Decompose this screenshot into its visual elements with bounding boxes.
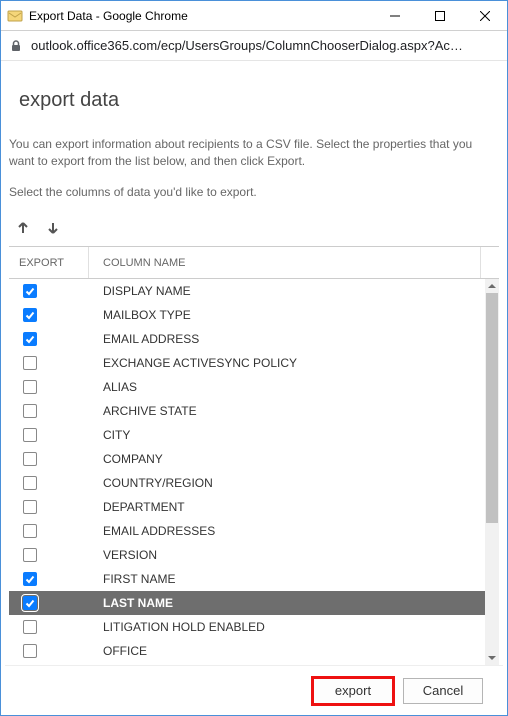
address-bar[interactable]: outlook.office365.com/ecp/UsersGroups/Co…	[1, 31, 507, 61]
export-checkbox[interactable]	[23, 284, 37, 298]
cell-export	[9, 308, 89, 322]
table-row[interactable]: OFFICE	[9, 639, 485, 663]
titlebar: Export Data - Google Chrome	[1, 1, 507, 31]
cell-column-name: MAILBOX TYPE	[89, 308, 485, 322]
table-row[interactable]: EMAIL ADDRESSES	[9, 519, 485, 543]
scroll-down-arrow[interactable]	[485, 651, 499, 665]
table-row[interactable]: DEPARTMENT	[9, 495, 485, 519]
page-title: export data	[19, 89, 503, 112]
table-rows: DISPLAY NAME MAILBOX TYPE EMAIL ADDRESS EXC…	[9, 279, 485, 665]
cell-column-name: VERSION	[89, 548, 485, 562]
cell-column-name: ARCHIVE STATE	[89, 404, 485, 418]
cell-export	[9, 284, 89, 298]
cell-column-name: EMAIL ADDRESSES	[89, 524, 485, 538]
export-checkbox[interactable]	[23, 500, 37, 514]
window-title: Export Data - Google Chrome	[29, 9, 372, 23]
export-checkbox[interactable]	[23, 524, 37, 538]
columns-table: EXPORT COLUMN NAME DISPLAY NAME MAILBOX T…	[9, 246, 499, 665]
close-button[interactable]	[462, 1, 507, 31]
chrome-window: Export Data - Google Chrome outlook.offi…	[0, 0, 508, 716]
favicon	[7, 8, 23, 24]
cell-column-name: EMAIL ADDRESS	[89, 332, 485, 346]
table-row[interactable]: ALIAS	[9, 375, 485, 399]
export-checkbox[interactable]	[23, 548, 37, 562]
minimize-button[interactable]	[372, 1, 417, 31]
cell-export	[9, 572, 89, 586]
cell-column-name: DISPLAY NAME	[89, 284, 485, 298]
move-down-button[interactable]	[43, 218, 63, 238]
header-export[interactable]: EXPORT	[9, 247, 89, 278]
export-checkbox[interactable]	[23, 596, 37, 610]
export-checkbox[interactable]	[23, 356, 37, 370]
maximize-button[interactable]	[417, 1, 462, 31]
description-1: You can export information about recipie…	[9, 136, 495, 170]
dialog-content: export data You can export information a…	[1, 61, 507, 715]
export-checkbox[interactable]	[23, 452, 37, 466]
table-row[interactable]: CITY	[9, 423, 485, 447]
cell-column-name: EXCHANGE ACTIVESYNC POLICY	[89, 356, 485, 370]
export-checkbox[interactable]	[23, 620, 37, 634]
export-button[interactable]: export	[313, 678, 393, 704]
table-row[interactable]: VERSION	[9, 543, 485, 567]
scroll-thumb[interactable]	[486, 293, 498, 523]
cell-export	[9, 644, 89, 658]
table-row[interactable]: LITIGATION HOLD ENABLED	[9, 615, 485, 639]
dialog-footer: export Cancel	[5, 665, 503, 715]
table-row[interactable]: ARCHIVE STATE	[9, 399, 485, 423]
reorder-controls	[13, 218, 503, 238]
cell-export	[9, 452, 89, 466]
cell-column-name: COMPANY	[89, 452, 485, 466]
table-row[interactable]: MAILBOX TYPE	[9, 303, 485, 327]
cell-export	[9, 428, 89, 442]
cell-column-name: COUNTRY/REGION	[89, 476, 485, 490]
cell-export	[9, 356, 89, 370]
scroll-up-arrow[interactable]	[485, 279, 499, 293]
export-checkbox[interactable]	[23, 380, 37, 394]
export-checkbox[interactable]	[23, 308, 37, 322]
export-checkbox[interactable]	[23, 404, 37, 418]
table-row[interactable]: EMAIL ADDRESS	[9, 327, 485, 351]
cell-column-name: LITIGATION HOLD ENABLED	[89, 620, 485, 634]
scrollbar[interactable]	[485, 279, 499, 665]
export-checkbox[interactable]	[23, 476, 37, 490]
cell-export	[9, 596, 89, 610]
header-column-name[interactable]: COLUMN NAME	[89, 247, 481, 278]
move-up-button[interactable]	[13, 218, 33, 238]
url-text: outlook.office365.com/ecp/UsersGroups/Co…	[31, 38, 499, 53]
cell-column-name: DEPARTMENT	[89, 500, 485, 514]
cell-column-name: OFFICE	[89, 644, 485, 658]
cell-export	[9, 404, 89, 418]
cell-export	[9, 380, 89, 394]
table-row[interactable]: COMPANY	[9, 447, 485, 471]
table-row[interactable]: COUNTRY/REGION	[9, 471, 485, 495]
cell-export	[9, 476, 89, 490]
cancel-button[interactable]: Cancel	[403, 678, 483, 704]
cell-export	[9, 548, 89, 562]
export-checkbox[interactable]	[23, 572, 37, 586]
table-row[interactable]: LAST NAME	[9, 591, 485, 615]
cell-export	[9, 500, 89, 514]
table-row[interactable]: DISPLAY NAME	[9, 279, 485, 303]
cell-export	[9, 524, 89, 538]
cell-column-name: CITY	[89, 428, 485, 442]
export-checkbox[interactable]	[23, 428, 37, 442]
cell-column-name: LAST NAME	[89, 596, 485, 610]
export-checkbox[interactable]	[23, 644, 37, 658]
cell-export	[9, 620, 89, 634]
cell-export	[9, 332, 89, 346]
cell-column-name: FIRST NAME	[89, 572, 485, 586]
export-checkbox[interactable]	[23, 332, 37, 346]
lock-icon	[9, 39, 23, 53]
table-header: EXPORT COLUMN NAME	[9, 247, 499, 279]
cell-column-name: ALIAS	[89, 380, 485, 394]
table-row[interactable]: FIRST NAME	[9, 567, 485, 591]
table-body: DISPLAY NAME MAILBOX TYPE EMAIL ADDRESS EXC…	[9, 279, 499, 665]
table-row[interactable]: EXCHANGE ACTIVESYNC POLICY	[9, 351, 485, 375]
description-2: Select the columns of data you'd like to…	[9, 184, 495, 201]
